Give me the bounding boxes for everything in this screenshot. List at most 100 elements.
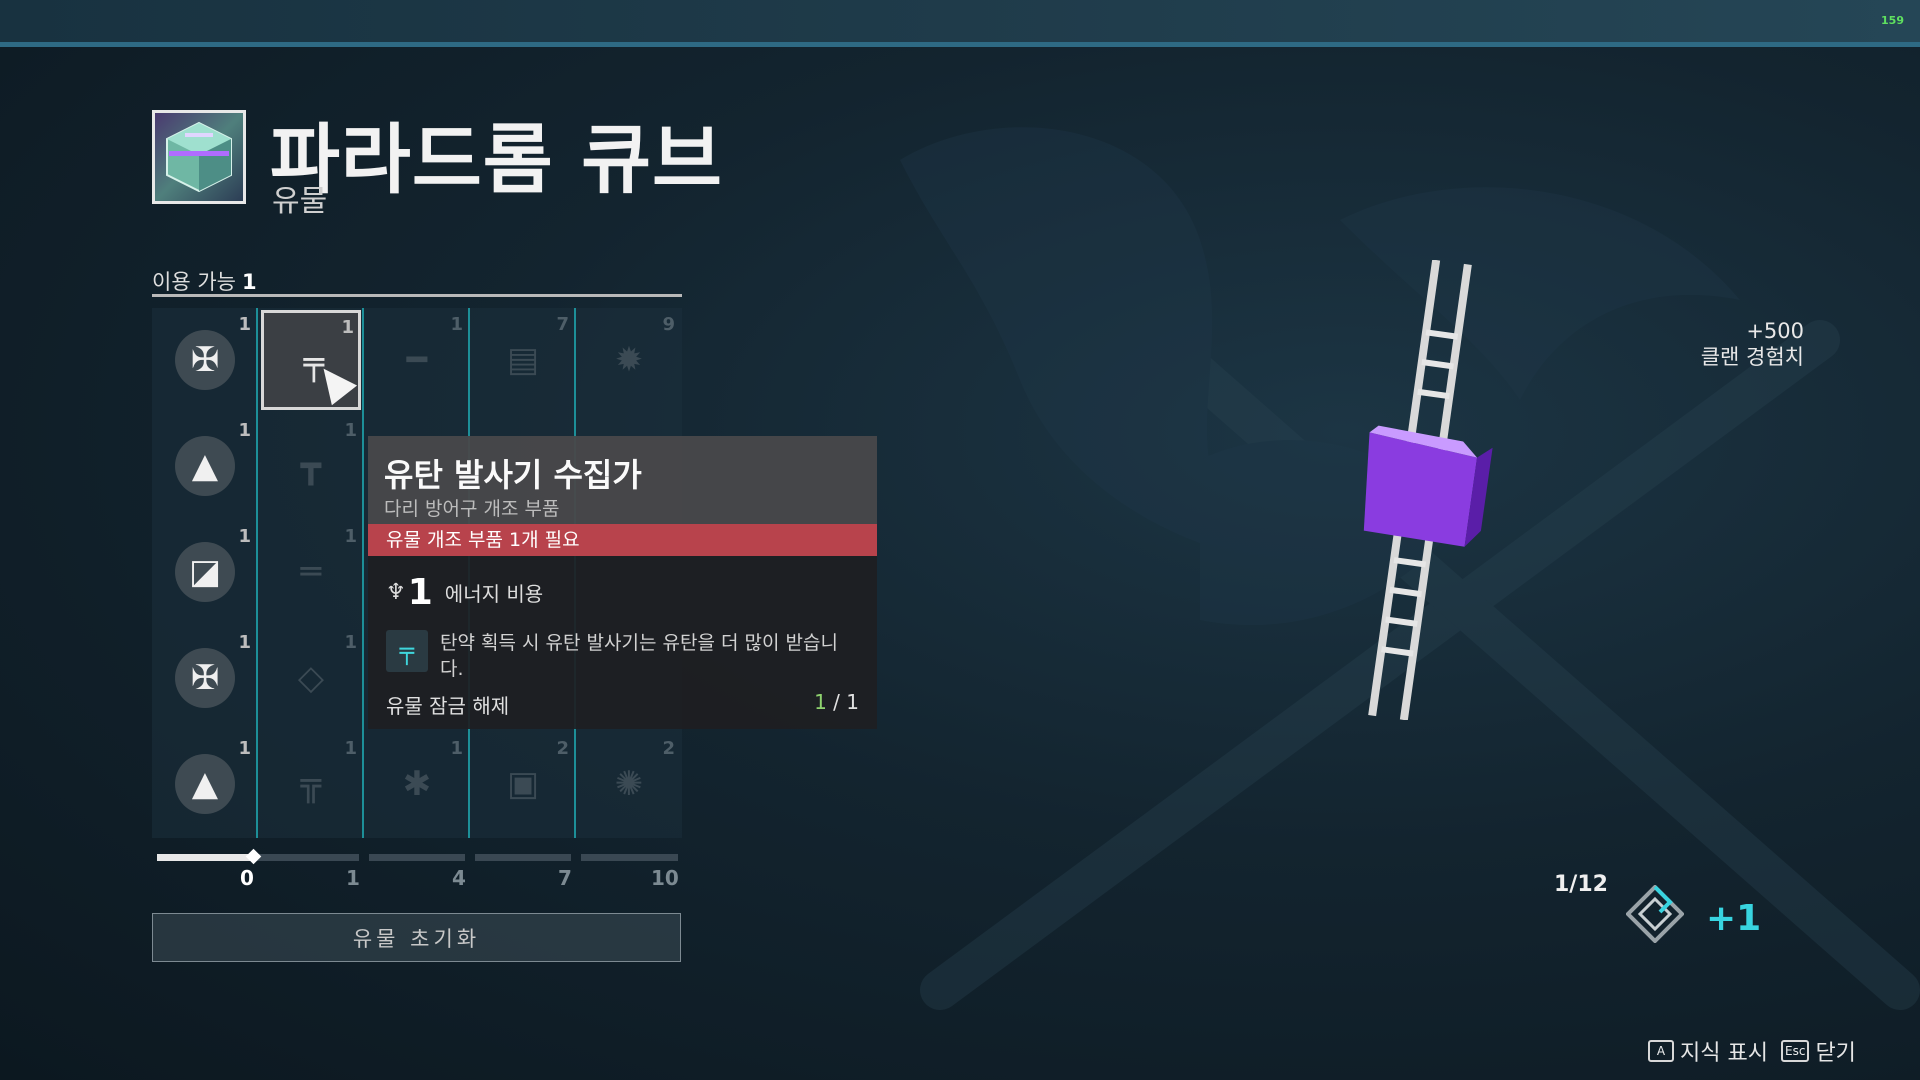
spider-icon: ✱	[402, 764, 432, 804]
cell-cost: 1	[450, 314, 463, 335]
availability: 이용 가능 1	[152, 266, 257, 296]
reset-artifact-button[interactable]: 유물 초기화	[152, 913, 681, 962]
relic-cube-icon	[152, 110, 246, 204]
cell-cost: 2	[662, 738, 675, 759]
grid-cell[interactable]: ◇ 1	[261, 628, 361, 728]
sniper-icon: ━	[406, 340, 428, 380]
pistol-mod-icon: ◪	[175, 542, 235, 602]
tooltip-body: ♆ 1 에너지 비용 ╤ 탄약 획득 시 유탄 발사기는 유탄을 더 많이 받습…	[368, 556, 877, 729]
tooltip-header: 유탄 발사기 수집가 다리 방어구 개조 부품	[368, 436, 877, 524]
energy-value: 1	[407, 571, 433, 613]
grid-cell[interactable]: ═ 1	[261, 522, 361, 622]
progress-tick: 0	[240, 866, 254, 890]
column-divider	[362, 308, 364, 838]
cell-cost: 1	[341, 317, 354, 338]
page-title: 파라드롬 큐브	[270, 115, 723, 204]
mod-tooltip: 유탄 발사기 수집가 다리 방어구 개조 부품 유물 개조 부품 1개 필요 ♆…	[368, 436, 877, 729]
key-esc: Esc	[1781, 1040, 1810, 1062]
progress-tick: 4	[452, 866, 466, 890]
handcannon-mod-icon: ✠	[175, 648, 235, 708]
grid-cell[interactable]: ▤ 7	[473, 310, 573, 410]
cell-cost: 1	[238, 420, 251, 441]
footer-close-label: 닫기	[1815, 1041, 1856, 1066]
unlock-total: 1	[846, 690, 859, 714]
tooltip-mod-name: 유탄 발사기 수집가	[384, 456, 642, 494]
rifle-icon: ┳	[300, 446, 322, 486]
progress-knob	[245, 848, 262, 865]
artifact-model	[1363, 260, 1493, 720]
energy-label: 에너지 비용	[444, 581, 544, 606]
grid-cell[interactable]: ✠ 1	[155, 310, 255, 410]
progress-track	[581, 854, 678, 861]
grid-cell[interactable]: ✱ 1	[367, 734, 467, 834]
cell-cost: 1	[344, 420, 357, 441]
grid-cell[interactable]: ✠ 1	[155, 628, 255, 728]
energy-icon: ♆	[386, 579, 406, 605]
cell-cost: 1	[450, 738, 463, 759]
fps-counter: 159	[1881, 14, 1904, 27]
grid-cell[interactable]: ╦ 1	[261, 734, 361, 834]
cell-cost: 2	[556, 738, 569, 759]
column-divider	[256, 308, 258, 838]
xp-label: 클랜 경험치	[1700, 345, 1804, 369]
cell-cost: 1	[238, 314, 251, 335]
rank-progress: 1/12	[1554, 872, 1608, 897]
unlock-have: 1	[814, 690, 827, 714]
footer-close[interactable]: Esc 닫기	[1781, 1035, 1856, 1067]
cell-cost: 1	[344, 632, 357, 653]
burst-gun-icon: ✹	[614, 340, 644, 380]
page-subtitle: 유물	[272, 184, 328, 219]
grid-cell[interactable]: ✹ 9	[579, 310, 679, 410]
unlock-label: 유물 잠금 해제	[386, 694, 510, 718]
perk-row: ╤ 탄약 획득 시 유탄 발사기는 유탄을 더 많이 받습니다.	[386, 630, 859, 682]
progress-tick: 7	[558, 866, 572, 890]
cell-cost: 1	[238, 526, 251, 547]
energy-cost: ♆ 1 에너지 비용	[386, 570, 859, 614]
cell-cost: 1	[344, 526, 357, 547]
grid-cell[interactable]: ▲ 1	[155, 734, 255, 834]
progress-track	[475, 854, 571, 861]
progress-track	[263, 854, 359, 861]
xp-amount: +500	[1746, 319, 1804, 343]
cell-cost: 1	[238, 632, 251, 653]
smg-mod-icon: ✠	[175, 330, 235, 390]
burst-icon: ✺	[614, 764, 644, 804]
unlock-count: 1 / 1	[814, 690, 859, 719]
rank-bonus: +1	[1706, 898, 1762, 939]
grid-cell[interactable]: ┳ 1	[261, 416, 361, 516]
rank-diamond-icon	[1626, 885, 1684, 943]
tooltip-requirement: 유물 개조 부품 1개 필요	[368, 524, 877, 556]
cell-cost: 7	[556, 314, 569, 335]
scout-icon: ═	[300, 552, 322, 592]
footer-show-lore[interactable]: A 지식 표시	[1648, 1035, 1768, 1067]
armor-icon: ▣	[506, 764, 540, 804]
top-bar	[0, 0, 1920, 42]
progress-track	[369, 854, 465, 861]
availability-divider	[152, 294, 682, 297]
perk-description: 탄약 획득 시 유탄 발사기는 유탄을 더 많이 받습니다.	[440, 632, 838, 680]
grid-cell[interactable]: ▣ 2	[473, 734, 573, 834]
launcher-icon: ╦	[300, 764, 322, 804]
grid-cell[interactable]: ✺ 2	[579, 734, 679, 834]
machinegun-icon: ▤	[506, 340, 540, 380]
cell-cost: 1	[238, 738, 251, 759]
availability-count: 1	[241, 270, 257, 294]
progress-tick: 1	[346, 866, 360, 890]
progress-tick: 10	[651, 866, 679, 890]
clan-xp-reward: +500 클랜 경험치	[1701, 318, 1804, 370]
footer-show-lore-label: 지식 표시	[1680, 1041, 1768, 1066]
availability-label: 이용 가능	[152, 270, 236, 294]
cell-cost: 1	[344, 738, 357, 759]
diamond-icon: ◇	[297, 658, 325, 698]
cell-cost: 9	[662, 314, 675, 335]
progress-fill	[157, 854, 254, 861]
grid-cell[interactable]: ╤ 1	[261, 310, 361, 410]
unlock-separator: /	[826, 690, 847, 714]
key-a: A	[1648, 1040, 1674, 1062]
tooltip-mod-type: 다리 방어구 개조 부품	[384, 498, 560, 520]
rifle-mod-2-icon: ▲	[175, 754, 235, 814]
unlock-row: 유물 잠금 해제 1 / 1	[386, 690, 859, 719]
grid-cell[interactable]: ━ 1	[367, 310, 467, 410]
grid-cell[interactable]: ▲ 1	[155, 416, 255, 516]
grid-cell[interactable]: ◪ 1	[155, 522, 255, 622]
